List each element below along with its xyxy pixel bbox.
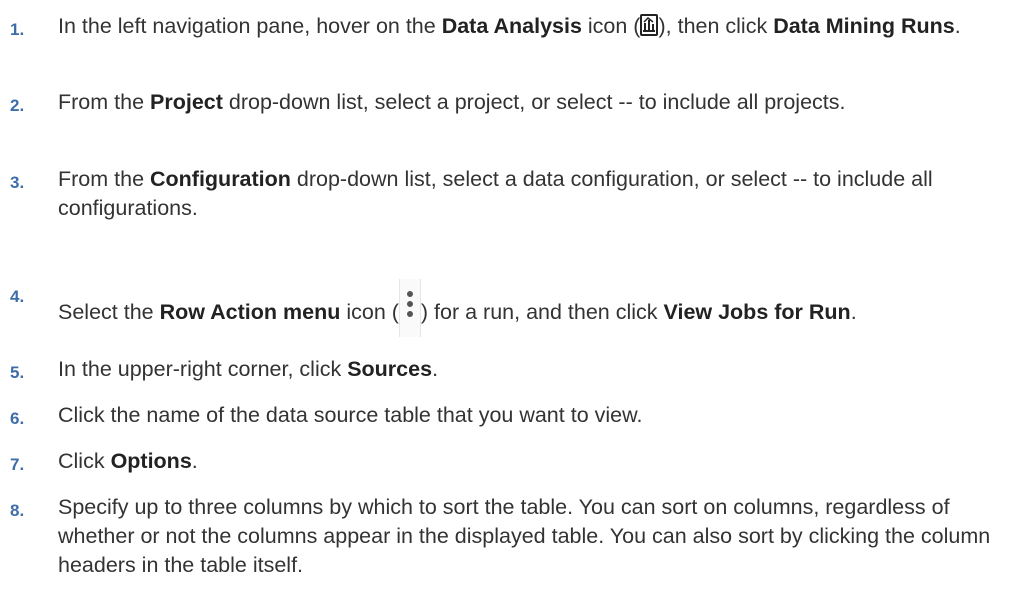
step-text: Click Options.	[58, 449, 198, 473]
row-action-menu-icon	[398, 279, 421, 337]
step-text: Select the Row Action menu icon () for a…	[58, 279, 1010, 337]
step-text: In the left navigation pane, hover on th…	[58, 14, 961, 38]
ui-label-data-analysis: Data Analysis	[441, 14, 582, 38]
step-number: 2.	[10, 96, 25, 115]
step-text: In the upper-right corner, click Sources…	[58, 357, 439, 381]
step-number: 3.	[10, 173, 25, 192]
ui-label-configuration: Configuration	[150, 167, 291, 191]
step-text: From the Project drop-down list, select …	[58, 90, 846, 114]
ui-label-view-jobs-for-run: View Jobs for Run	[663, 300, 851, 324]
step-number: 1.	[10, 20, 25, 39]
step-text: Specify up to three columns by which to …	[58, 495, 991, 577]
step-text: From the Configuration drop-down list, s…	[58, 167, 933, 220]
step-number: 7.	[10, 455, 25, 474]
step-number: 8.	[10, 501, 25, 520]
ui-label-data-mining-runs: Data Mining Runs	[773, 14, 955, 38]
procedure-document: 1. In the left navigation pane, hover on…	[0, 0, 1022, 598]
step-number: 5.	[10, 363, 25, 382]
step-number: 6.	[10, 409, 25, 428]
ui-label-row-action-menu: Row Action menu	[159, 300, 341, 324]
ui-label-sources: Sources	[347, 357, 433, 381]
step-number: 4.	[10, 287, 25, 306]
data-analysis-icon	[640, 14, 659, 36]
ui-label-options: Options	[110, 449, 192, 473]
ui-label-project: Project	[150, 90, 223, 114]
step-text: Click the name of the data source table …	[58, 403, 643, 427]
